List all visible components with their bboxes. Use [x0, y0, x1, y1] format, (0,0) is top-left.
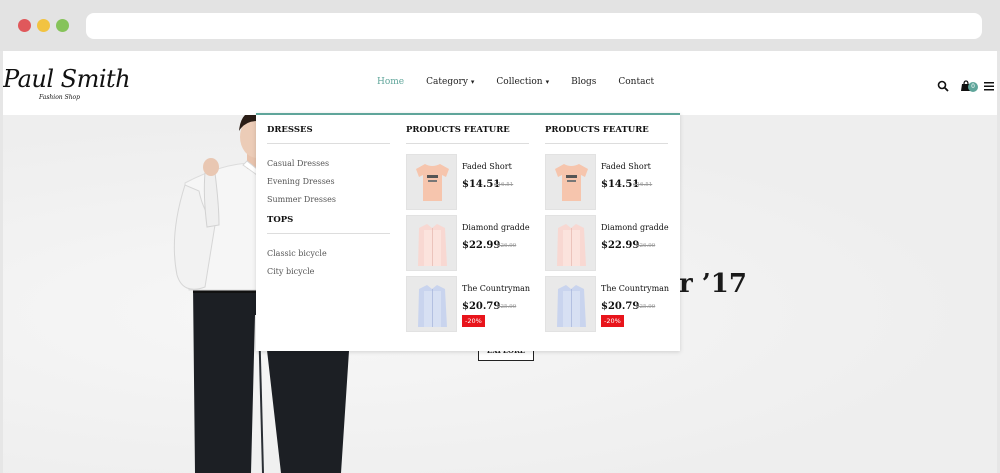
- nav-home-label: Home: [377, 77, 405, 87]
- logo-wordmark: Paul Smith: [3, 65, 131, 93]
- product-item[interactable]: Faded Short $14.51 $16.51: [406, 154, 529, 215]
- nav-contact[interactable]: Contact: [618, 77, 654, 87]
- product-price: $22.99: [601, 240, 640, 251]
- logo-tagline: Fashion Shop: [39, 94, 81, 101]
- link-casual-dresses[interactable]: Casual Dresses: [267, 155, 390, 173]
- product-price: $22.99: [462, 240, 501, 251]
- product-name[interactable]: Faded Short: [462, 162, 512, 171]
- products-feature-heading: PRODUCTS FEATURE: [545, 125, 668, 144]
- product-thumbnail[interactable]: [406, 215, 457, 271]
- product-old-price: $26.99: [497, 243, 517, 249]
- site-header: Paul Smith Fashion Shop Home Category ▾ …: [3, 51, 997, 115]
- hamburger-menu-icon[interactable]: [983, 77, 995, 91]
- product-name[interactable]: Diamond gradde: [462, 223, 530, 232]
- product-old-price: $16.51: [633, 182, 653, 188]
- product-thumbnail[interactable]: [545, 215, 596, 271]
- discount-badge: -20%: [601, 315, 624, 327]
- window-maximize-dot[interactable]: [56, 19, 69, 32]
- nav-blogs-label: Blogs: [571, 77, 597, 87]
- product-name[interactable]: The Countryman: [462, 284, 530, 293]
- product-old-price: $26.99: [636, 243, 656, 249]
- product-old-price: $16.51: [494, 182, 514, 188]
- browser-chrome: [0, 0, 1000, 51]
- main-navigation: Home Category ▾ Collection ▾ Blogs Conta…: [377, 77, 676, 87]
- address-bar[interactable]: [86, 13, 982, 39]
- mega-menu-column-products-2: PRODUCTS FEATURE Faded Short $14.51 $16.…: [545, 125, 669, 337]
- tops-heading: TOPS: [267, 215, 390, 234]
- nav-home[interactable]: Home: [377, 77, 404, 87]
- search-icon[interactable]: [937, 77, 949, 92]
- shopping-bag-icon[interactable]: 0: [960, 77, 978, 92]
- link-evening-dresses[interactable]: Evening Dresses: [267, 173, 390, 191]
- product-name[interactable]: Faded Short: [601, 162, 651, 171]
- nav-collection[interactable]: Collection ▾: [496, 77, 549, 87]
- product-item[interactable]: Diamond gradde $22.99 $26.99: [406, 215, 530, 276]
- mega-menu-column-products-1: PRODUCTS FEATURE Faded Short $14.51 $16.…: [406, 125, 530, 337]
- product-price: $20.79: [601, 301, 640, 312]
- product-old-price: $25.99: [497, 304, 517, 310]
- cart-count-badge: 0: [968, 82, 978, 92]
- product-item[interactable]: Diamond gradde $22.99 $26.99: [545, 215, 669, 276]
- header-icons: 0: [937, 77, 995, 92]
- products-feature-heading: PRODUCTS FEATURE: [406, 125, 529, 144]
- product-name[interactable]: Diamond gradde: [601, 223, 669, 232]
- link-summer-dresses[interactable]: Summer Dresses: [267, 191, 390, 209]
- product-item[interactable]: Faded Short $14.51 $16.51: [545, 154, 668, 215]
- product-price: $20.79: [462, 301, 501, 312]
- product-old-price: $25.99: [636, 304, 656, 310]
- category-mega-menu: DRESSES Casual Dresses Evening Dresses S…: [256, 113, 680, 351]
- window-minimize-dot[interactable]: [37, 19, 50, 32]
- chevron-down-icon: ▾: [470, 78, 475, 86]
- site-logo[interactable]: Paul Smith Fashion Shop: [3, 65, 131, 105]
- link-classic-bicycle[interactable]: Classic bicycle: [267, 245, 390, 263]
- window-close-dot[interactable]: [18, 19, 31, 32]
- dresses-heading: DRESSES: [267, 125, 390, 144]
- product-item[interactable]: The Countryman $20.79 $25.99 -20%: [406, 276, 530, 337]
- web-page: r ’17 EXPLORE Paul Smith Fashion Shop: [3, 51, 997, 473]
- product-thumbnail[interactable]: [545, 154, 596, 210]
- nav-collection-label: Collection: [496, 77, 543, 87]
- product-thumbnail[interactable]: [545, 276, 596, 332]
- product-thumbnail[interactable]: [406, 154, 457, 210]
- hero-title: r ’17: [679, 269, 747, 299]
- discount-badge: -20%: [462, 315, 485, 327]
- link-city-bicycle[interactable]: City bicycle: [267, 263, 390, 281]
- nav-blogs[interactable]: Blogs: [571, 77, 596, 87]
- nav-category-label: Category: [426, 77, 468, 87]
- product-item[interactable]: The Countryman $20.79 $25.99 -20%: [545, 276, 669, 337]
- product-thumbnail[interactable]: [406, 276, 457, 332]
- nav-category[interactable]: Category ▾: [426, 77, 474, 87]
- product-name[interactable]: The Countryman: [601, 284, 669, 293]
- chevron-down-icon: ▾: [545, 78, 550, 86]
- nav-contact-label: Contact: [618, 77, 655, 87]
- mega-menu-column-categories: DRESSES Casual Dresses Evening Dresses S…: [267, 125, 390, 281]
